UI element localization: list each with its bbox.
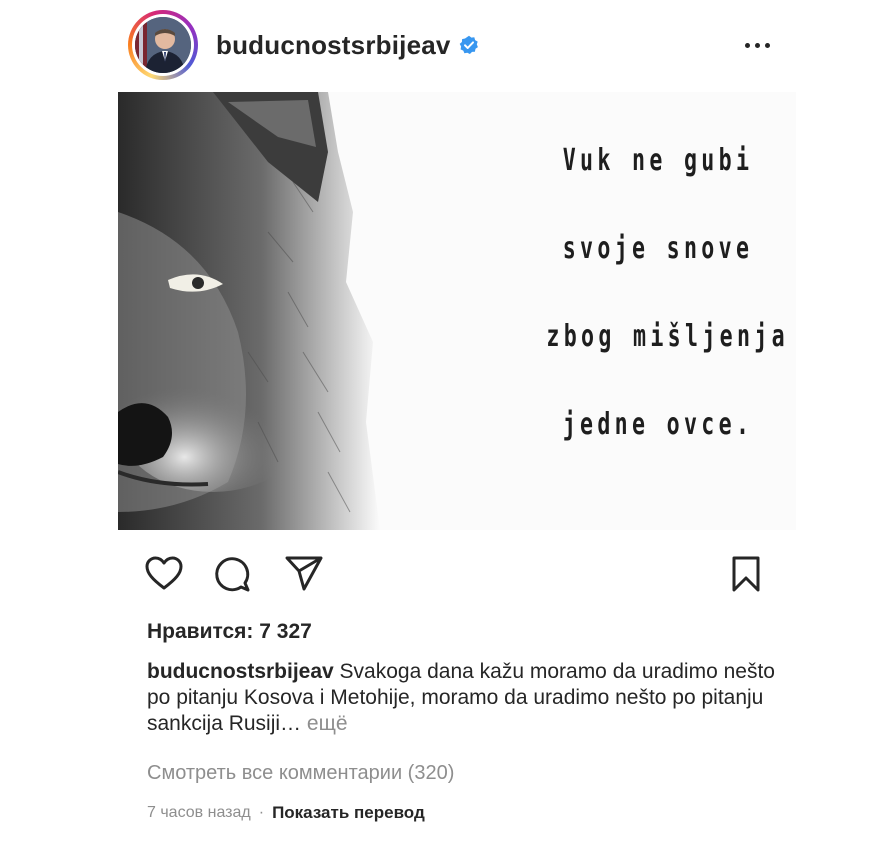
caption-username[interactable]: buducnostsrbijeav	[147, 660, 334, 683]
story-ring[interactable]	[128, 10, 198, 80]
instagram-post: buducnostsrbijeav Vuk ne gubi svoje snov…	[0, 0, 880, 850]
view-all-comments-link[interactable]: Смотреть все комментарии (320)	[147, 762, 454, 785]
show-translation-link[interactable]: Показать перевод	[272, 803, 425, 823]
send-icon	[285, 556, 323, 591]
comment-button[interactable]	[208, 550, 256, 598]
post-header: buducnostsrbijeav	[128, 6, 778, 84]
post-caption: buducnostsrbijeav Svakoga dana kažu mora…	[147, 659, 787, 737]
post-username[interactable]: buducnostsrbijeav	[216, 30, 451, 61]
quote-line: Vuk ne gubi	[562, 143, 754, 178]
image-quote: Vuk ne gubi svoje snove zbog mišljenja j…	[503, 117, 796, 469]
share-button[interactable]	[280, 550, 328, 598]
save-button[interactable]	[722, 550, 770, 598]
quote-line: svoje snove	[562, 231, 754, 266]
post-meta: 7 часов назад · Показать перевод	[147, 803, 425, 823]
quote-line: jedne ovce.	[562, 407, 754, 442]
avatar	[135, 17, 191, 73]
quote-line: zbog mišljenja	[546, 319, 789, 354]
likes-count[interactable]: Нравится: 7 327	[147, 620, 312, 644]
more-options-icon[interactable]	[745, 42, 770, 48]
comment-icon	[215, 557, 250, 592]
heart-icon	[145, 556, 183, 590]
post-actions	[140, 550, 770, 600]
avatar-photo	[135, 17, 191, 73]
bookmark-icon	[732, 556, 760, 592]
separator-dot: ·	[258, 804, 265, 821]
verified-badge-icon	[459, 35, 478, 54]
caption-more-link[interactable]: ещё	[307, 712, 348, 735]
like-button[interactable]	[140, 550, 188, 598]
post-image[interactable]: Vuk ne gubi svoje snove zbog mišljenja j…	[118, 92, 796, 530]
timestamp: 7 часов назад	[147, 804, 251, 821]
